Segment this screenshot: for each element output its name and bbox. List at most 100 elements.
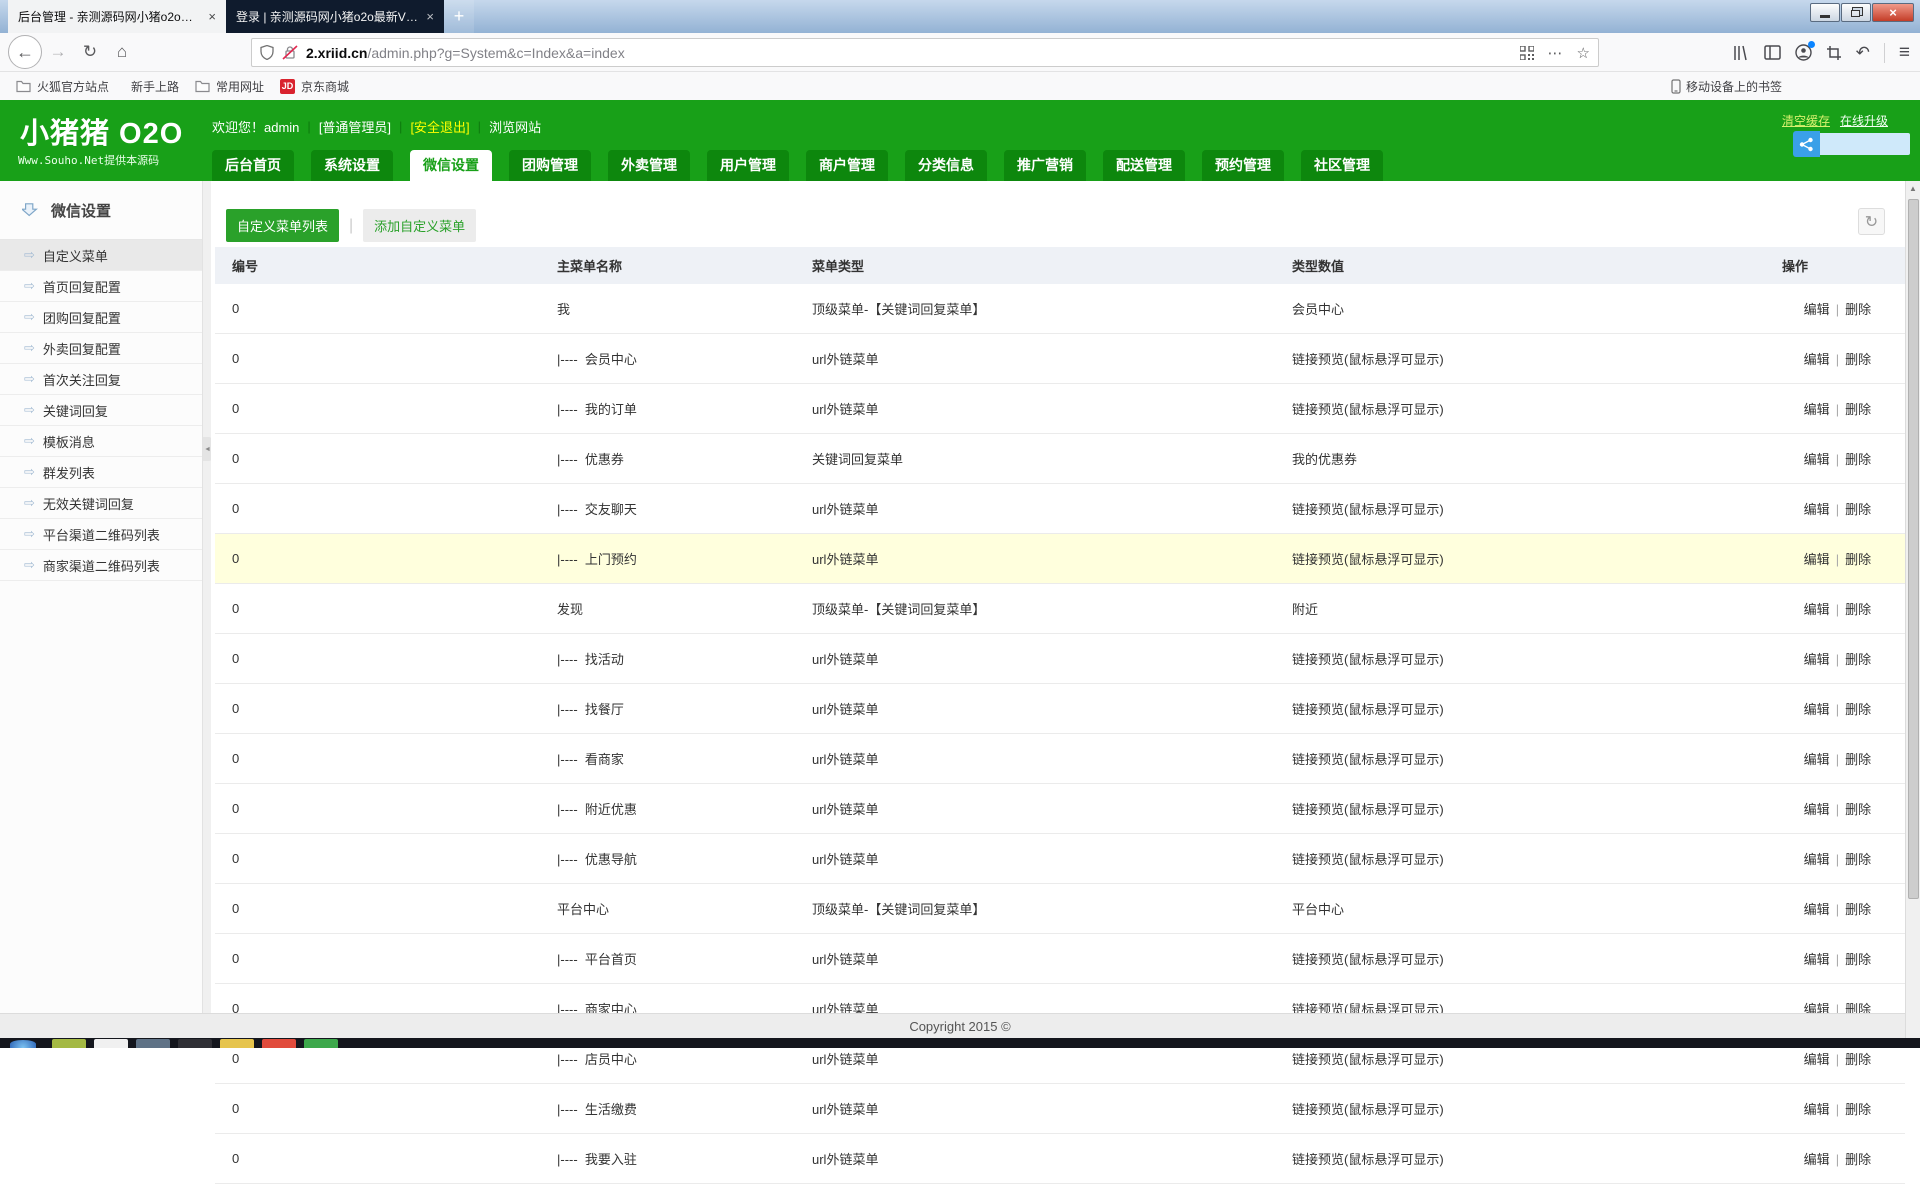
logout-link[interactable]: [安全退出] (410, 117, 469, 136)
sidebar-item[interactable]: ⇨ 自定义菜单 (0, 240, 202, 271)
scrollbar-thumb[interactable] (1908, 199, 1919, 899)
vertical-scrollbar[interactable]: ▲ (1905, 181, 1920, 1038)
nav-tab-配送管理[interactable]: 配送管理 (1103, 150, 1185, 181)
tab-close-icon[interactable]: × (426, 9, 434, 24)
tab-close-icon[interactable]: × (208, 9, 216, 24)
edit-link[interactable]: 编辑 (1804, 802, 1830, 817)
insecure-connection-icon[interactable] (282, 45, 298, 60)
window-restore-button[interactable] (1841, 3, 1871, 22)
window-close-button[interactable]: × (1872, 3, 1914, 22)
taskbar-item[interactable] (94, 1039, 128, 1048)
custom-menu-list-button[interactable]: 自定义菜单列表 (226, 209, 339, 242)
edit-link[interactable]: 编辑 (1804, 302, 1830, 317)
delete-link[interactable]: 删除 (1845, 1052, 1871, 1067)
nav-tab-外卖管理[interactable]: 外卖管理 (608, 150, 690, 181)
nav-tab-后台首页[interactable]: 后台首页 (212, 150, 294, 181)
menu-icon[interactable]: ≡ (1899, 42, 1910, 64)
sidebar-item[interactable]: ⇨ 外卖回复配置 (0, 333, 202, 364)
sidebar-item[interactable]: ⇨ 团购回复配置 (0, 302, 202, 333)
taskbar-item[interactable] (52, 1039, 86, 1048)
nav-tab-商户管理[interactable]: 商户管理 (806, 150, 888, 181)
screenshot-icon[interactable] (1826, 45, 1842, 61)
delete-link[interactable]: 删除 (1845, 552, 1871, 567)
url-bar[interactable]: 2.xriid.cn/admin.php?g=System&c=Index&a=… (251, 38, 1599, 67)
sidebar-item[interactable]: ⇨ 模板消息 (0, 426, 202, 457)
mobile-bookmarks-button[interactable]: 移动设备上的书签 (1671, 78, 1782, 95)
edit-link[interactable]: 编辑 (1804, 1152, 1830, 1167)
bookmark-item[interactable]: 新手上路 (125, 78, 179, 95)
delete-link[interactable]: 删除 (1845, 902, 1871, 917)
taskbar-item[interactable] (262, 1039, 296, 1048)
delete-link[interactable]: 删除 (1845, 802, 1871, 817)
clear-cache-link[interactable]: 清空缓存 (1782, 112, 1830, 129)
window-minimize-button[interactable] (1810, 3, 1840, 22)
link-preview[interactable]: 链接预览(鼠标悬浮可显示) (1275, 734, 1765, 784)
new-tab-button[interactable]: + (444, 0, 474, 33)
start-button[interactable] (10, 1040, 36, 1048)
sidebar-item[interactable]: ⇨ 首页回复配置 (0, 271, 202, 302)
edit-link[interactable]: 编辑 (1804, 552, 1830, 567)
delete-link[interactable]: 删除 (1845, 752, 1871, 767)
link-preview[interactable]: 链接预览(鼠标悬浮可显示) (1275, 1084, 1765, 1134)
bookmark-star-icon[interactable]: ☆ (1577, 44, 1590, 62)
link-preview[interactable]: 链接预览(鼠标悬浮可显示) (1275, 784, 1765, 834)
browser-tab[interactable]: 登录 | 亲测源码网小猪o2o最新V2.8 × (226, 0, 444, 33)
edit-link[interactable]: 编辑 (1804, 602, 1830, 617)
scroll-up-arrow-icon[interactable]: ▲ (1906, 181, 1920, 196)
delete-link[interactable]: 删除 (1845, 702, 1871, 717)
browser-tab[interactable]: 后台管理 - 亲测源码网小猪o2o最新 × (8, 0, 226, 33)
link-preview[interactable]: 链接预览(鼠标悬浮可显示) (1275, 484, 1765, 534)
link-preview[interactable]: 链接预览(鼠标悬浮可显示) (1275, 334, 1765, 384)
page-actions-icon[interactable]: ⋯ (1548, 44, 1563, 62)
link-preview[interactable]: 链接预览(鼠标悬浮可显示) (1275, 634, 1765, 684)
delete-link[interactable]: 删除 (1845, 1152, 1871, 1167)
delete-link[interactable]: 删除 (1845, 502, 1871, 517)
sidebar-group-wechat-settings[interactable]: 微信设置 (0, 181, 202, 240)
add-custom-menu-button[interactable]: 添加自定义菜单 (363, 209, 476, 242)
taskbar-item[interactable] (220, 1039, 254, 1048)
sidebars-icon[interactable] (1764, 45, 1781, 60)
link-preview[interactable]: 链接预览(鼠标悬浮可显示) (1275, 834, 1765, 884)
bookmark-item[interactable]: JD京东商城 (280, 78, 349, 95)
url-text[interactable]: 2.xriid.cn/admin.php?g=System&c=Index&a=… (306, 45, 1520, 61)
nav-tab-用户管理[interactable]: 用户管理 (707, 150, 789, 181)
edit-link[interactable]: 编辑 (1804, 702, 1830, 717)
refresh-button[interactable]: ↻ (1858, 208, 1885, 235)
account-icon[interactable] (1795, 44, 1812, 61)
qr-code-icon[interactable] (1520, 46, 1534, 60)
edit-link[interactable]: 编辑 (1804, 652, 1830, 667)
edit-link[interactable]: 编辑 (1804, 952, 1830, 967)
delete-link[interactable]: 删除 (1845, 652, 1871, 667)
nav-tab-推广营销[interactable]: 推广营销 (1004, 150, 1086, 181)
edit-link[interactable]: 编辑 (1804, 402, 1830, 417)
tracking-shield-icon[interactable] (260, 45, 274, 60)
bookmark-item[interactable]: 常用网址 (195, 78, 264, 95)
undo-icon[interactable]: ↶ (1856, 43, 1870, 63)
taskbar-item[interactable] (136, 1039, 170, 1048)
edit-link[interactable]: 编辑 (1804, 852, 1830, 867)
browse-site-link[interactable]: 浏览网站 (489, 117, 541, 136)
nav-tab-预约管理[interactable]: 预约管理 (1202, 150, 1284, 181)
edit-link[interactable]: 编辑 (1804, 1102, 1830, 1117)
back-button[interactable]: ← (8, 35, 42, 69)
nav-tab-系统设置[interactable]: 系统设置 (311, 150, 393, 181)
sidebar-item[interactable]: ⇨ 商家渠道二维码列表 (0, 550, 202, 581)
sidebar-item[interactable]: ⇨ 平台渠道二维码列表 (0, 519, 202, 550)
sidebar-item[interactable]: ⇨ 无效关键词回复 (0, 488, 202, 519)
link-preview[interactable]: 链接预览(鼠标悬浮可显示) (1275, 934, 1765, 984)
online-upgrade-link[interactable]: 在线升级 (1840, 112, 1888, 129)
delete-link[interactable]: 删除 (1845, 602, 1871, 617)
taskbar-item[interactable] (178, 1039, 212, 1048)
delete-link[interactable]: 删除 (1845, 452, 1871, 467)
home-button[interactable]: ⌂ (106, 36, 138, 68)
nav-tab-团购管理[interactable]: 团购管理 (509, 150, 591, 181)
share-toolbar-strip[interactable] (1820, 133, 1910, 155)
nav-tab-微信设置[interactable]: 微信设置 (410, 150, 492, 181)
delete-link[interactable]: 删除 (1845, 852, 1871, 867)
delete-link[interactable]: 删除 (1845, 302, 1871, 317)
link-preview[interactable]: 链接预览(鼠标悬浮可显示) (1275, 384, 1765, 434)
edit-link[interactable]: 编辑 (1804, 352, 1830, 367)
taskbar-item[interactable] (304, 1039, 338, 1048)
library-icon[interactable] (1733, 45, 1750, 61)
sidebar-item[interactable]: ⇨ 群发列表 (0, 457, 202, 488)
